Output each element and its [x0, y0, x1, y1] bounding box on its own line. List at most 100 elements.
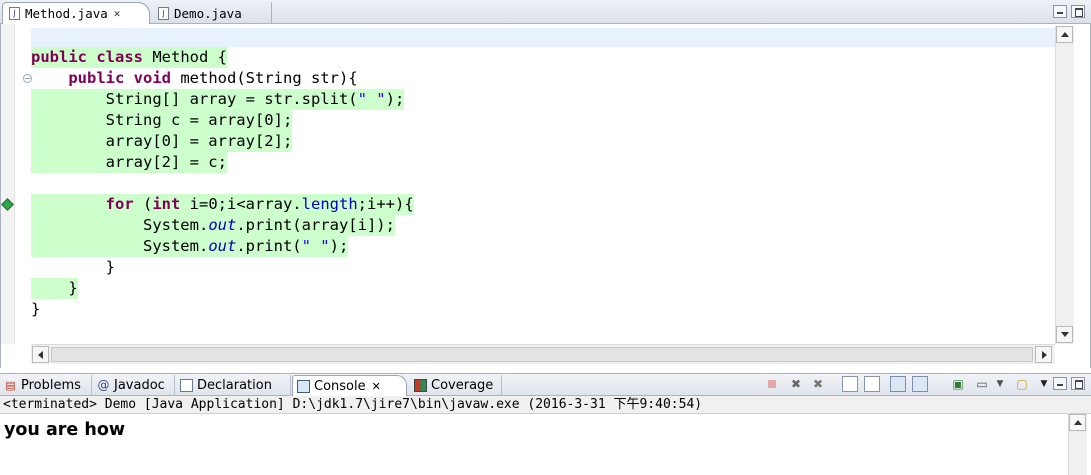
annotation-gutter[interactable] [15, 24, 31, 344]
coverage-icon [414, 379, 427, 392]
vertical-ruler[interactable] [1, 24, 15, 344]
minimize-icon[interactable] [1053, 5, 1067, 18]
scroll-lock-icon[interactable] [842, 376, 858, 392]
code-line[interactable]: System.out.print(array[i]); [31, 215, 395, 236]
javadoc-icon: @ [97, 378, 110, 392]
close-icon[interactable]: ✕ [114, 7, 121, 20]
code-keyword: public [68, 69, 125, 87]
tab-label: Console [314, 378, 366, 394]
code-text: System. [31, 216, 209, 234]
code-keyword: for [105, 195, 134, 213]
code-text: Method { [143, 48, 228, 66]
code-line[interactable]: for (int i=0;i<array.length;i++){ [31, 194, 414, 215]
console-view[interactable]: you are how [0, 414, 1091, 475]
code-field: length [301, 195, 358, 213]
remove-all-terminated-icon[interactable]: ✖ [810, 376, 826, 392]
tab-demo-java[interactable]: J Demo.java [152, 2, 272, 24]
declaration-icon [180, 379, 193, 392]
code-text: ;i++){ [357, 195, 414, 213]
tab-label: Problems [21, 378, 81, 393]
close-icon[interactable]: ✕ [372, 380, 381, 393]
code-text: method(String str){ [171, 69, 358, 87]
code-line[interactable]: String c = array[0]; [31, 110, 293, 131]
code-text: .print(array[i]); [236, 216, 395, 234]
code-field: out [208, 237, 237, 255]
terminate-icon[interactable] [764, 376, 780, 392]
scroll-left-arrow-icon[interactable] [32, 346, 49, 363]
tab-label: Declaration [197, 378, 272, 393]
code-string: " " [301, 237, 330, 255]
code-text: .print( [236, 237, 302, 255]
remove-launch-icon[interactable]: ✖ [788, 376, 804, 392]
word-wrap-icon[interactable] [912, 376, 928, 392]
java-file-icon: J [9, 7, 20, 20]
tab-problems[interactable]: ▤ Problems [0, 375, 92, 396]
new-console-icon[interactable]: ▢ [1014, 376, 1030, 392]
view-menu-icon[interactable]: ▼ [1036, 376, 1052, 392]
tab-declaration[interactable]: Declaration [176, 375, 291, 396]
display-selected-console-icon[interactable]: ▣ [950, 376, 966, 392]
current-line-highlight [31, 28, 1055, 47]
code-text: i=0;i<array. [180, 195, 302, 213]
code-text: array[2] = c; [31, 153, 227, 171]
code-line[interactable]: array[2] = c; [31, 152, 227, 173]
code-editor[interactable]: public class Method { public void method… [0, 24, 1091, 368]
code-text: ( [133, 195, 153, 213]
code-string: " " [357, 90, 386, 108]
tab-console[interactable]: Console ✕ [292, 375, 407, 396]
scroll-right-arrow-icon[interactable] [1035, 346, 1052, 363]
maximize-icon[interactable] [1071, 5, 1085, 18]
code-line[interactable]: } [31, 278, 78, 299]
code-text: array[0] = array[2]; [31, 132, 293, 150]
minimize-icon[interactable] [1053, 377, 1067, 390]
code-line[interactable]: System.out.print(" "); [31, 236, 349, 257]
code-text: System. [31, 237, 209, 255]
editor-tab-bar: J Method.java ✕ J Demo.java [0, 0, 1091, 24]
console-vertical-scrollbar[interactable] [1068, 414, 1087, 475]
maximize-icon[interactable] [1071, 377, 1085, 390]
code-line[interactable]: array[0] = array[2]; [31, 131, 293, 152]
tab-label: Coverage [431, 378, 494, 393]
tab-coverage[interactable]: Coverage [410, 375, 502, 396]
tab-method-java[interactable]: J Method.java ✕ [2, 2, 150, 24]
code-text: String c = array[0]; [31, 111, 293, 129]
open-console-icon[interactable]: ▭ [974, 376, 990, 392]
console-icon [297, 379, 310, 393]
code-text: } [31, 279, 78, 297]
code-text: } [31, 300, 41, 318]
java-file-icon: J [158, 6, 169, 20]
code-line[interactable]: public void method(String str){ [31, 68, 358, 89]
fold-collapse-icon[interactable]: − [23, 74, 32, 83]
chevron-down-icon[interactable]: ▼ [992, 376, 1008, 392]
scroll-up-arrow-icon[interactable] [1056, 26, 1073, 43]
code-line[interactable]: public class Method { [31, 47, 228, 68]
code-line[interactable]: } [31, 299, 40, 320]
scroll-up-arrow-icon[interactable] [1069, 414, 1086, 431]
console-output: you are how [4, 420, 126, 440]
pin-console-icon[interactable] [890, 376, 906, 392]
code-line[interactable]: } [31, 257, 115, 278]
scrollbar-thumb[interactable] [51, 347, 1033, 362]
show-console-on-output-icon[interactable] [864, 376, 880, 392]
tab-label: Demo.java [174, 5, 242, 21]
tab-label: Javadoc [114, 378, 165, 393]
console-status-line: <terminated> Demo [Java Application] D:\… [0, 396, 1091, 414]
editor-vertical-scrollbar[interactable] [1055, 26, 1074, 344]
problems-icon: ▤ [5, 379, 16, 392]
editor-horizontal-scrollbar[interactable] [31, 344, 1055, 364]
code-keyword: public [31, 48, 87, 66]
code-keyword: int [152, 195, 181, 213]
code-line[interactable]: String[] array = str.split(" "); [31, 89, 405, 110]
code-area[interactable]: public class Method { public void method… [31, 47, 1055, 343]
code-text: ); [385, 90, 405, 108]
tab-javadoc[interactable]: @ Javadoc [93, 375, 175, 396]
code-keyword: class [96, 48, 144, 66]
scroll-down-arrow-icon[interactable] [1056, 326, 1073, 343]
code-text: } [31, 258, 115, 276]
code-keyword: void [133, 69, 171, 87]
code-text: ); [329, 237, 349, 255]
